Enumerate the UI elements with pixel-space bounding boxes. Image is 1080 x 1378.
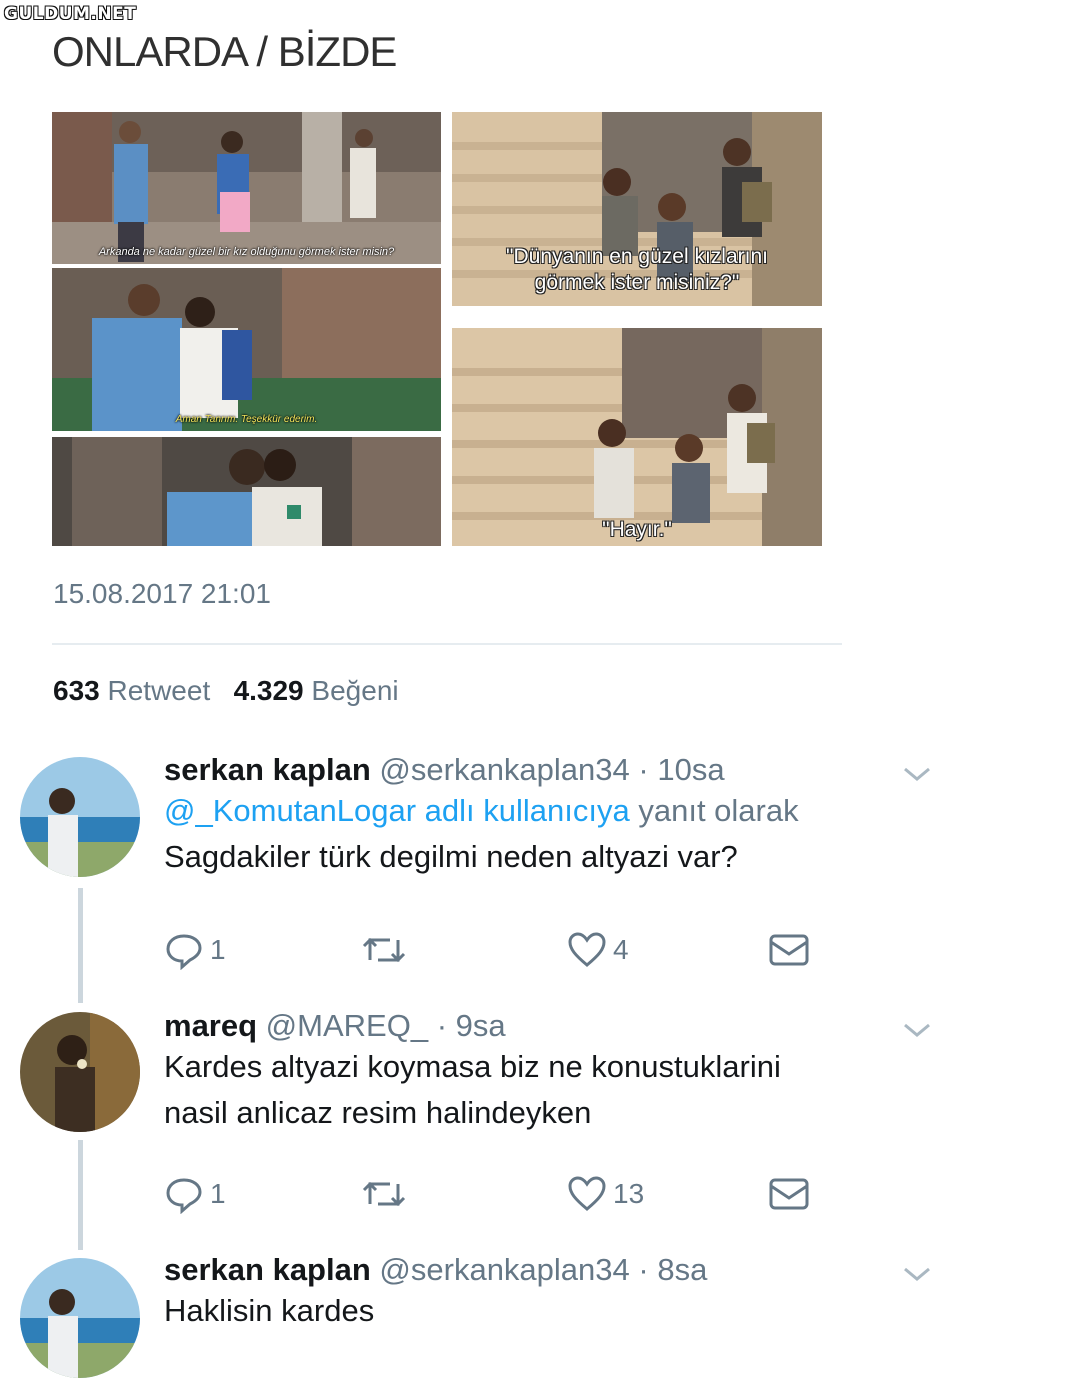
like-button[interactable]: 4 <box>567 930 629 970</box>
like-icon <box>568 1176 606 1211</box>
reply-1-text: Sagdakiler türk degilmi neden altyazi va… <box>164 839 738 874</box>
reply-button[interactable]: 1 <box>164 1174 226 1214</box>
like-icon <box>568 932 606 967</box>
chevron-down-icon[interactable] <box>902 1264 932 1284</box>
reply-3-handle[interactable]: @serkankaplan34 <box>379 1252 629 1287</box>
retweet-icon <box>362 937 406 963</box>
like-count: 13 <box>613 1178 645 1209</box>
photo-left-top-subtitle: Arkanda ne kadar güzel bir kız olduğunu … <box>98 246 395 258</box>
reply-1-header: serkan kaplan @serkankaplan34 · 10sa <box>164 752 799 788</box>
reply-1-handle[interactable]: @serkankaplan34 <box>379 752 629 787</box>
divider <box>52 643 842 645</box>
reply-icon <box>166 1178 202 1214</box>
like-button[interactable]: 13 <box>567 1174 644 1214</box>
reply-2-name[interactable]: mareq <box>164 1008 257 1043</box>
avatar-image <box>20 757 140 877</box>
like-count[interactable]: 4.329 <box>234 675 304 706</box>
photo-left-mid-subtitle: Aman Tanrım. Teşekkür ederim. <box>175 414 318 425</box>
tweet-timestamp[interactable]: 15.08.2017 21:01 <box>53 578 271 610</box>
watermark: GULDUM.NET <box>4 4 137 24</box>
avatar-image <box>20 1012 140 1132</box>
avatar-image <box>20 1258 140 1378</box>
dm-button[interactable] <box>768 1174 810 1214</box>
tweet-text: ONLARDA / BİZDE <box>52 28 397 75</box>
reply-2[interactable]: mareq @MAREQ_ · 9sa Kardes altyazi koyma… <box>164 1008 781 1136</box>
reply-3-header: serkan kaplan @serkankaplan34 · 8sa <box>164 1252 707 1288</box>
retweet-count[interactable]: 633 <box>53 675 100 706</box>
reply-1-replying-to: @_KomutanLogar adlı kullanıcıya yanıt ol… <box>164 788 799 834</box>
photo-left-top[interactable]: Arkanda ne kadar güzel bir kız olduğunu … <box>52 112 441 264</box>
reply-3[interactable]: serkan kaplan @serkankaplan34 · 8sa Hakl… <box>164 1252 707 1334</box>
photo-left-mid-scene <box>52 268 441 431</box>
like-count: 4 <box>613 934 629 965</box>
avatar[interactable] <box>20 1012 140 1132</box>
tweet-stats: 633 Retweet 4.329 Beğeni <box>53 675 399 707</box>
reply-2-text-line1: Kardes altyazi koymasa biz ne konustukla… <box>164 1049 781 1084</box>
retweet-button[interactable] <box>360 930 414 970</box>
reply-count: 1 <box>210 1178 226 1209</box>
reply-button[interactable]: 1 <box>164 930 226 970</box>
photo-left-mid[interactable]: Aman Tanrım. Teşekkür ederim. <box>52 268 441 431</box>
photo-left-bottom[interactable] <box>52 437 441 546</box>
reply-1-name[interactable]: serkan kaplan <box>164 752 371 787</box>
chevron-down-icon[interactable] <box>902 1020 932 1040</box>
reply-icon <box>166 934 202 970</box>
retweet-button[interactable] <box>360 1174 414 1214</box>
avatar[interactable] <box>20 1258 140 1378</box>
photo-right-top-subtitle-line2: görmek ister misiniz?" <box>534 271 740 294</box>
photo-right-bottom-scene <box>452 328 822 546</box>
reply-2-handle[interactable]: @MAREQ_ <box>266 1008 428 1043</box>
retweet-label[interactable]: Retweet <box>108 675 211 706</box>
dm-icon <box>769 1178 809 1210</box>
retweet-icon <box>362 1181 406 1207</box>
reply-1-replying-to-suffix: yanıt olarak <box>629 793 799 828</box>
reply-3-time[interactable]: · 8sa <box>638 1252 707 1287</box>
reply-2-time[interactable]: · 9sa <box>437 1008 506 1043</box>
photo-right-bottom-subtitle: "Hayır." <box>602 518 672 541</box>
photo-left-bottom-scene <box>52 437 441 546</box>
photo-left-top-scene <box>52 112 441 264</box>
photo-right-top-subtitle-line1: "Dünyanın en güzel kızlarını <box>506 245 768 268</box>
like-label[interactable]: Beğeni <box>311 675 398 706</box>
reply-1-time[interactable]: · 10sa <box>638 752 724 787</box>
reply-2-actions: 1 13 <box>164 1174 824 1214</box>
reply-count: 1 <box>210 934 226 965</box>
reply-2-header: mareq @MAREQ_ · 9sa <box>164 1008 781 1044</box>
reply-3-text: Haklisin kardes <box>164 1293 375 1328</box>
reply-1-mention[interactable]: @_KomutanLogar adlı kullanıcıya <box>164 793 630 828</box>
thread-line <box>78 888 83 1003</box>
chevron-down-icon[interactable] <box>902 764 932 784</box>
dm-icon <box>769 934 809 966</box>
reply-1[interactable]: serkan kaplan @serkankaplan34 · 10sa @_K… <box>164 752 799 880</box>
reply-1-actions: 1 4 <box>164 930 824 970</box>
reply-3-name[interactable]: serkan kaplan <box>164 1252 371 1287</box>
photo-right-top[interactable]: "Dünyanın en güzel kızlarını görmek iste… <box>452 112 822 306</box>
dm-button[interactable] <box>768 930 810 970</box>
photo-right-bottom[interactable]: "Hayır." <box>452 328 822 546</box>
thread-line <box>78 1140 83 1250</box>
reply-2-text-line2: nasil anlicaz resim halindeyken <box>164 1095 592 1130</box>
avatar[interactable] <box>20 757 140 877</box>
photo-right-top-subtitle: "Dünyanın en güzel kızlarını görmek iste… <box>452 244 822 296</box>
